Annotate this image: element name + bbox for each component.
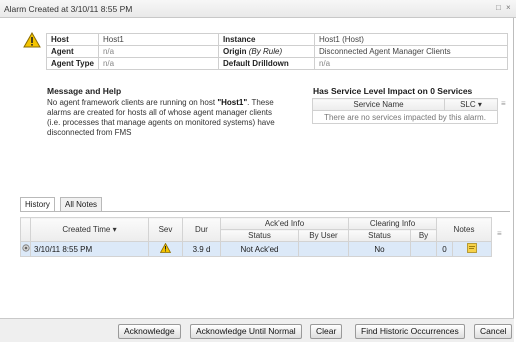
tab-all-notes[interactable]: All Notes (60, 197, 103, 211)
tab-divider (20, 211, 510, 212)
column-menu-icon[interactable]: ≡ (501, 99, 506, 108)
created-time-cell: 3/10/11 8:55 PM (30, 241, 149, 257)
property-row: Agent Type n/a Default Drilldown n/a (46, 57, 509, 70)
instance-label: Instance (217, 33, 315, 46)
ack-status-header[interactable]: Status (220, 229, 299, 242)
duration-cell: 3.9 d (182, 241, 221, 257)
warning-icon (23, 32, 41, 48)
clear-status-cell: No (348, 241, 411, 257)
clear-by-cell (410, 241, 437, 257)
message-help-title: Message and Help (47, 86, 122, 96)
table-row[interactable]: 3/10/11 8:55 PM 3.9 d Not Ack'ed No 0 (20, 241, 492, 257)
restore-icon[interactable]: □ (496, 3, 501, 12)
origin-qualifier: (By Rule) (248, 47, 283, 56)
acknowledge-button[interactable]: Acknowledge (118, 324, 181, 339)
ack-by-user-cell (298, 241, 349, 257)
dur-header[interactable]: Dur (182, 217, 221, 242)
icon-column-header (20, 217, 31, 242)
property-row: Host Host1 Instance Host1 (Host) (46, 33, 509, 46)
ack-by-user-header[interactable]: By User (298, 229, 349, 242)
message-host-name: "Host1" (217, 98, 248, 107)
clear-status-header[interactable]: Status (348, 229, 411, 242)
notes-count-cell: 0 (436, 241, 453, 257)
notes-header[interactable]: Notes (436, 217, 492, 242)
window-titlebar: Alarm Created at 3/10/11 8:55 PM □ × (0, 0, 516, 18)
sev-header[interactable]: Sev (148, 217, 183, 242)
alarm-properties-table: Host Host1 Instance Host1 (Host) Agent n… (46, 33, 509, 70)
origin-value: Disconnected Agent Manager Clients (313, 45, 509, 58)
slc-header[interactable]: SLC ▾ (444, 98, 498, 111)
service-impact-empty-text: There are no services impacted by this a… (312, 110, 498, 124)
host-label: Host (46, 33, 99, 46)
created-time-header[interactable]: Created Time ▾ (30, 217, 149, 242)
service-impact-title: Has Service Level Impact on 0 Services (313, 86, 473, 96)
ack-status-cell: Not Ack'ed (220, 241, 299, 257)
history-column-menu-icon[interactable]: ≡ (497, 229, 502, 238)
clearing-info-header: Clearing Info (348, 217, 437, 230)
service-impact-table: Service Name SLC ▾ There are no services… (312, 98, 498, 124)
agent-value: n/a (97, 45, 219, 58)
row-state-icon (20, 241, 31, 257)
origin-label: Origin (By Rule) (217, 45, 315, 58)
acked-info-header: Ack'ed Info (220, 217, 349, 230)
message-text: No agent framework clients are running o… (47, 98, 275, 137)
service-name-header[interactable]: Service Name (312, 98, 445, 111)
acknowledge-until-normal-button[interactable]: Acknowledge Until Normal (190, 324, 302, 339)
agent-type-label: Agent Type (46, 57, 99, 70)
close-icon[interactable]: × (506, 3, 511, 12)
instance-value: Host1 (Host) (313, 33, 509, 46)
severity-warning-icon (148, 241, 183, 257)
agent-type-value: n/a (97, 57, 219, 70)
agent-label: Agent (46, 45, 99, 58)
default-drilldown-value: n/a (313, 57, 509, 70)
property-row: Agent n/a Origin (By Rule) Disconnected … (46, 45, 509, 58)
history-table: Created Time ▾ Sev Dur Ack'ed Info Clear… (20, 217, 492, 257)
service-impact-count: 0 (430, 86, 435, 96)
default-drilldown-label: Default Drilldown (217, 57, 315, 70)
find-historic-occurrences-button[interactable]: Find Historic Occurrences (355, 324, 465, 339)
window-title: Alarm Created at 3/10/11 8:55 PM (4, 4, 133, 14)
clear-by-header[interactable]: By (410, 229, 437, 242)
button-bar: Acknowledge Acknowledge Until Normal Cle… (0, 318, 514, 342)
note-icon[interactable] (452, 241, 492, 257)
cancel-button[interactable]: Cancel (474, 324, 513, 339)
host-value: Host1 (97, 33, 219, 46)
tab-history[interactable]: History (20, 197, 55, 212)
clear-button[interactable]: Clear (310, 324, 343, 339)
